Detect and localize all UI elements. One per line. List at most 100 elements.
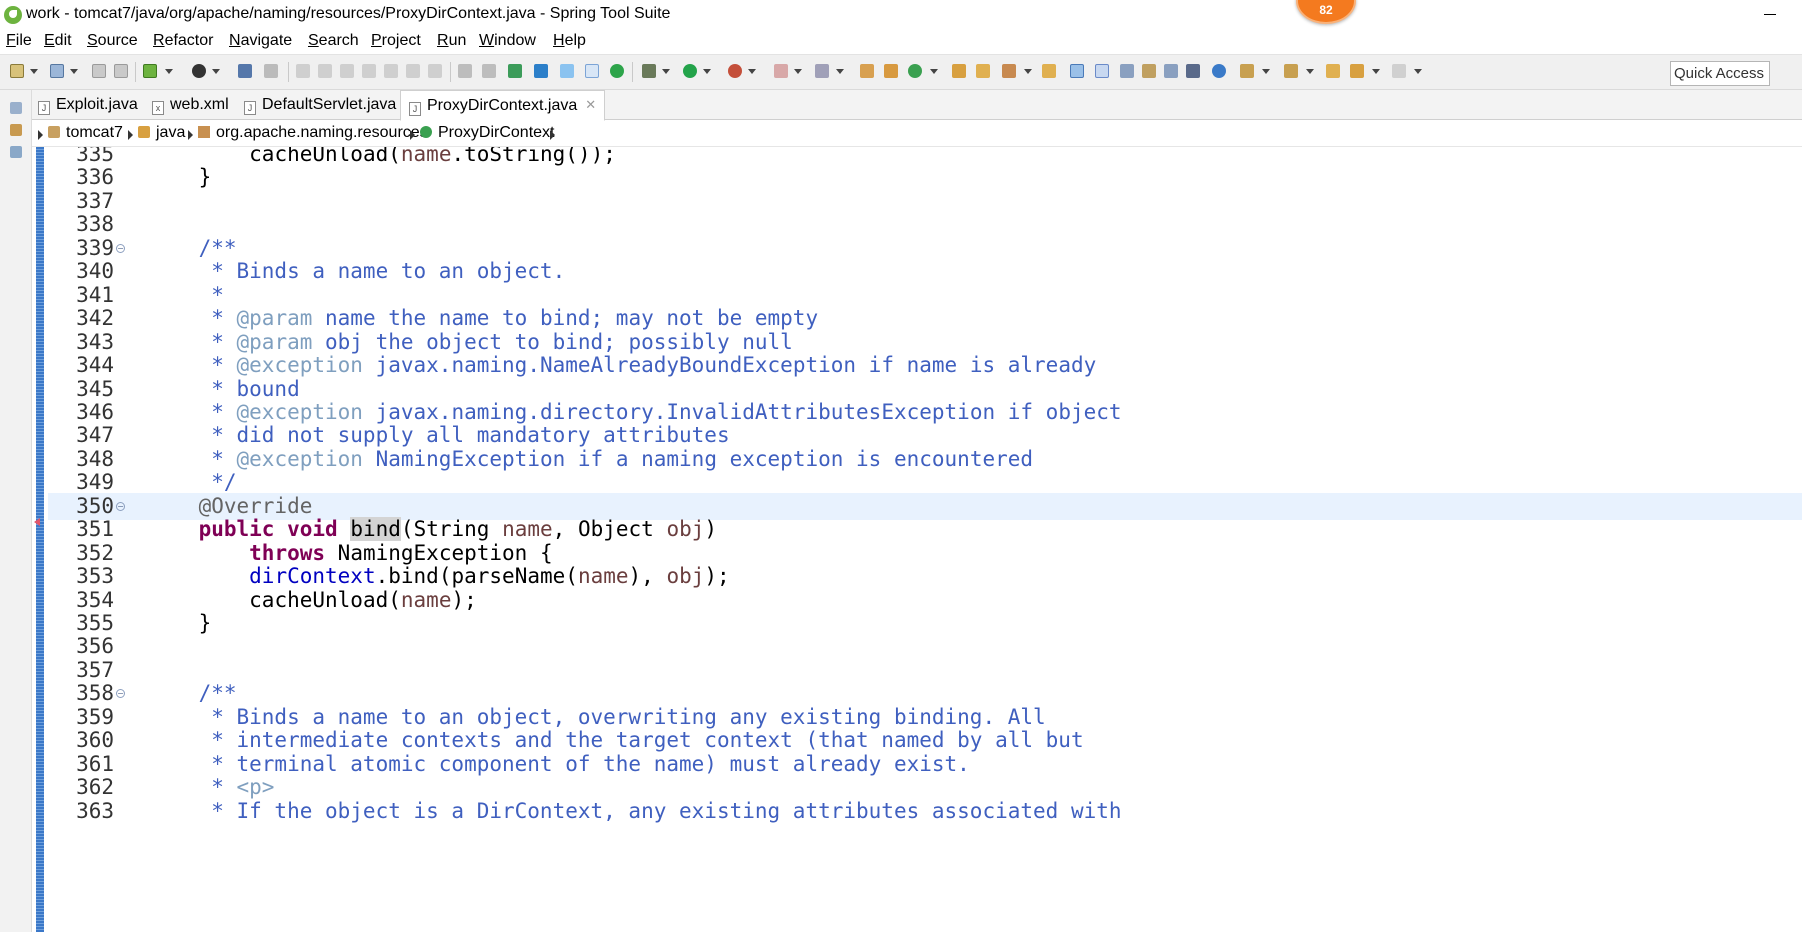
drop-to-frame-icon[interactable] xyxy=(458,64,472,78)
new-java-project-icon[interactable] xyxy=(860,64,874,78)
tab-proxydircontext-java[interactable]: J ProxyDirContext.java ✕ xyxy=(400,90,606,121)
new-project-dropdown-icon[interactable] xyxy=(70,69,78,74)
disconnect-icon[interactable] xyxy=(362,64,376,78)
breadcrumb-arrow-icon[interactable] xyxy=(410,130,415,140)
new-icon[interactable] xyxy=(10,64,24,78)
previous-annotation-icon[interactable] xyxy=(1284,64,1298,78)
open-type-icon[interactable] xyxy=(952,64,966,78)
forward-dropdown-icon[interactable] xyxy=(1414,69,1422,74)
text-format-icon[interactable] xyxy=(534,64,548,78)
breadcrumb-class[interactable]: ProxyDirContext xyxy=(420,124,554,142)
external-tools-icon[interactable] xyxy=(815,64,829,78)
menu-search[interactable]: Search xyxy=(308,32,359,50)
toggle-mark-occurrences-icon[interactable] xyxy=(560,64,574,78)
restore-icon[interactable] xyxy=(10,102,22,114)
next-annotation-dropdown-icon[interactable] xyxy=(1262,69,1270,74)
menu-edit[interactable]: Edit xyxy=(44,32,72,50)
fold-toggle-icon[interactable]: − xyxy=(116,501,125,511)
next-annotation-icon[interactable] xyxy=(1240,64,1254,78)
search-tool-icon[interactable] xyxy=(1002,64,1016,78)
java-file-icon: J xyxy=(38,101,50,115)
highlight-icon[interactable] xyxy=(1095,64,1109,78)
new-class-dropdown-icon[interactable] xyxy=(930,69,938,74)
show-whitespace-icon[interactable] xyxy=(1142,64,1156,78)
save-icon[interactable] xyxy=(92,64,106,78)
menu-refactor[interactable]: Refactor xyxy=(153,32,213,50)
breadcrumb-package[interactable]: org.apache.naming.resources xyxy=(198,124,428,142)
tab-exploit-java[interactable]: J Exploit.java xyxy=(38,90,138,120)
new-class-icon[interactable] xyxy=(908,64,922,78)
override-marker-icon[interactable] xyxy=(34,518,40,526)
new-dropdown-icon[interactable] xyxy=(30,69,38,74)
back-dropdown-icon[interactable] xyxy=(1372,69,1380,74)
debug-dropdown-icon[interactable] xyxy=(662,69,670,74)
account-icon[interactable] xyxy=(192,64,206,78)
refresh-icon[interactable] xyxy=(610,64,624,78)
suspend-icon[interactable] xyxy=(318,64,332,78)
close-tab-icon[interactable]: ✕ xyxy=(585,97,596,113)
step-return-icon[interactable] xyxy=(428,64,442,78)
menu-run[interactable]: Run xyxy=(437,32,466,50)
spring-dropdown-icon[interactable] xyxy=(165,69,173,74)
save-all-icon[interactable] xyxy=(114,64,128,78)
pin-icon[interactable] xyxy=(264,64,278,78)
web-browser-icon[interactable] xyxy=(1212,64,1226,78)
jaxws-icon[interactable] xyxy=(508,64,522,78)
debug-icon[interactable] xyxy=(642,64,656,78)
use-step-filters-icon[interactable] xyxy=(482,64,496,78)
new-package-icon[interactable] xyxy=(884,64,898,78)
code-line[interactable]: 363 * If the object is a DirContext, any… xyxy=(48,798,1802,825)
word-wrap-icon[interactable] xyxy=(1120,64,1134,78)
terminate-icon[interactable] xyxy=(340,64,354,78)
open-resource-icon[interactable] xyxy=(1042,64,1056,78)
step-into-icon[interactable] xyxy=(384,64,398,78)
resume-icon[interactable] xyxy=(296,64,310,78)
menu-navigate[interactable]: Navigate xyxy=(229,32,292,50)
paragraph-icon[interactable] xyxy=(1186,64,1200,78)
toggle-ant-editor-icon[interactable] xyxy=(1164,64,1178,78)
code-editor[interactable]: 335 cacheUnload(name.toString()); 336 } 33… xyxy=(32,147,1802,932)
coverage-dropdown-icon[interactable] xyxy=(748,69,756,74)
breadcrumb-arrow-icon[interactable] xyxy=(128,130,133,140)
breadcrumb-arrow-icon[interactable] xyxy=(38,130,43,140)
breadcrumb-arrow-icon[interactable] xyxy=(188,130,193,140)
search-dropdown-icon[interactable] xyxy=(1024,69,1032,74)
tab-defaultservlet-java[interactable]: J DefaultServlet.java xyxy=(244,90,396,120)
menu-file[interactable]: File xyxy=(6,32,32,50)
stop-dropdown-icon[interactable] xyxy=(794,69,802,74)
menu-project[interactable]: Project xyxy=(371,32,421,50)
breadcrumb: tomcat7 java org.apache.naming.resources… xyxy=(32,121,1802,147)
previous-annotation-dropdown-icon[interactable] xyxy=(1306,69,1314,74)
back-icon[interactable] xyxy=(1350,64,1364,78)
fold-toggle-icon[interactable]: − xyxy=(116,243,125,253)
quick-access-input[interactable]: Quick Access xyxy=(1670,61,1770,86)
toggle-breadcrumb-icon[interactable] xyxy=(1070,64,1084,78)
spring-boot-icon[interactable] xyxy=(143,64,157,78)
external-tools-dropdown-icon[interactable] xyxy=(836,69,844,74)
menu-help[interactable]: Help xyxy=(553,32,586,50)
run-icon[interactable] xyxy=(683,64,697,78)
menu-source[interactable]: Source xyxy=(87,32,138,50)
forward-icon[interactable] xyxy=(1392,64,1406,78)
toggle-block-selection-icon[interactable] xyxy=(585,64,599,78)
menu-window[interactable]: Window xyxy=(479,32,536,50)
fold-toggle-icon[interactable]: − xyxy=(116,689,125,699)
last-edit-icon[interactable] xyxy=(1326,64,1340,78)
open-task-icon[interactable] xyxy=(976,64,990,78)
new-project-icon[interactable] xyxy=(50,64,64,78)
coverage-icon[interactable] xyxy=(728,64,742,78)
tab-web-xml[interactable]: x web.xml xyxy=(152,90,229,120)
title-bar: work - tomcat7/java/org/apache/naming/re… xyxy=(0,0,1802,30)
breadcrumb-arrow-icon[interactable] xyxy=(550,130,555,140)
run-dropdown-icon[interactable] xyxy=(703,69,711,74)
step-over-icon[interactable] xyxy=(406,64,420,78)
type-hierarchy-icon[interactable] xyxy=(10,146,22,158)
minimize-button[interactable] xyxy=(1756,4,1786,24)
notification-badge[interactable]: 82 xyxy=(1296,0,1356,24)
account-dropdown-icon[interactable] xyxy=(212,69,220,74)
package-explorer-icon[interactable] xyxy=(10,124,22,136)
stop-icon[interactable] xyxy=(774,64,788,78)
console-icon[interactable] xyxy=(238,64,252,78)
breadcrumb-source-folder[interactable]: java xyxy=(138,124,185,142)
breadcrumb-project[interactable]: tomcat7 xyxy=(48,124,123,142)
